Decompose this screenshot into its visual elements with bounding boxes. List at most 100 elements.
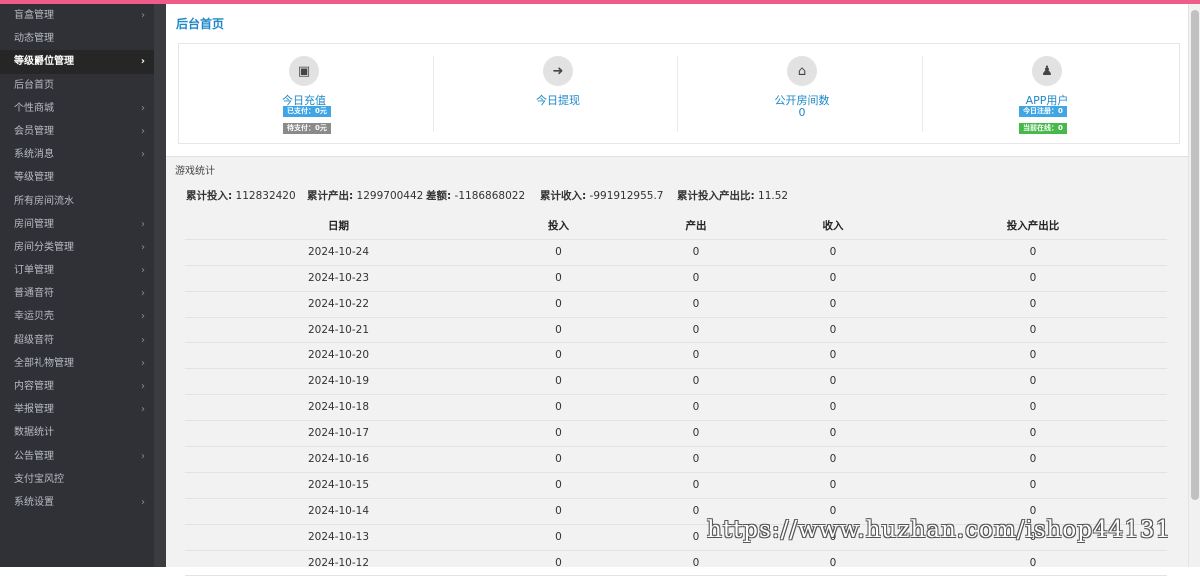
sidebar-item[interactable]: 支付宝风控 (0, 468, 154, 491)
sidebar-item-label: 房间分类管理 (14, 241, 74, 253)
sidebar-item[interactable]: 公告管理 › (0, 445, 154, 468)
paid-badge: 已支付：0元 (283, 106, 331, 117)
col-in-header: 投入 (548, 220, 569, 232)
table-row: 2024-10-12 0 0 0 0 (185, 551, 1167, 576)
table-row: 2024-10-22 0 0 0 0 (185, 292, 1167, 318)
table-cell: 0 (1029, 349, 1037, 362)
table-cell: 2024-10-16 (307, 453, 370, 466)
ratio-label: 累计投入产出比: (677, 190, 755, 202)
money-icon: ▣ (289, 56, 319, 86)
table-cell: 0 (692, 427, 700, 440)
total-in-label: 累计投入: (186, 190, 233, 202)
table-cell: 0 (692, 401, 700, 414)
sidebar-item[interactable]: 个性商城 › (0, 97, 154, 120)
col-ratio-header: 投入产出比 (1006, 220, 1060, 232)
sidebar-item[interactable]: 等级爵位管理 › (0, 50, 154, 74)
chevron-right-icon: › (141, 149, 145, 161)
sidebar-edge (154, 4, 166, 567)
chevron-right-icon: › (141, 241, 145, 253)
sidebar-item[interactable]: 订单管理 › (0, 259, 154, 282)
stat-recharge[interactable]: ▣ 今日充值 已支付：0元 待支付：0元 (179, 44, 429, 145)
sidebar-item[interactable]: 会员管理 › (0, 120, 154, 143)
table-cell: 0 (829, 349, 837, 362)
sidebar-item[interactable]: 动态管理 (0, 27, 154, 50)
sidebar-item-label: 等级管理 (14, 172, 54, 184)
sidebar-item[interactable]: 房间管理 › (0, 213, 154, 236)
sidebar-item-label: 系统消息 (14, 149, 54, 161)
table-cell: 0 (1029, 297, 1037, 310)
table-row: 2024-10-17 0 0 0 0 (185, 421, 1167, 448)
stats-panel: ▣ 今日充值 已支付：0元 待支付：0元 ➜ 今日提现 ⌂ 公开房间数 0 ♟ … (178, 43, 1180, 144)
total-out-label: 累计产出: (307, 190, 354, 202)
chevron-right-icon: › (141, 404, 145, 416)
sidebar-item[interactable]: 后台首页 (0, 74, 154, 97)
table-cell: 0 (829, 453, 837, 466)
table-header-row: 日期 投入 产出 收入 投入产出比 (185, 214, 1167, 240)
sidebar-item-label: 支付宝风控 (14, 473, 64, 485)
chevron-right-icon: › (141, 10, 145, 21)
chevron-right-icon: › (141, 381, 145, 392)
sidebar-item-label: 房间管理 (14, 218, 54, 230)
diff-value: -1186868022 (454, 190, 526, 202)
diff-label: 差额: (426, 190, 452, 202)
game-stats-section: 游戏统计 累计投入: 112832420 累计产出: 1299700442 差额… (166, 156, 1188, 576)
table-cell: 0 (692, 297, 700, 310)
chevron-right-icon: › (141, 265, 145, 277)
table-row: 2024-10-16 0 0 0 0 (185, 447, 1167, 473)
table-row: 2024-10-15 0 0 0 0 (185, 473, 1167, 499)
rooms-value: 0 (798, 106, 806, 119)
sidebar-item[interactable]: 盲盒管理 › (0, 4, 154, 27)
table-cell: 2024-10-12 (307, 556, 370, 569)
sidebar-item[interactable]: 房间分类管理 › (0, 236, 154, 259)
sidebar-item-label: 个性商城 (14, 102, 54, 114)
chevron-right-icon: › (141, 218, 145, 230)
sidebar-item[interactable]: 全部礼物管理 › (0, 352, 154, 375)
sidebar-item[interactable]: 系统设置 › (0, 491, 154, 514)
table-cell: 0 (1029, 375, 1037, 388)
online-badge: 当前在线：0 (1019, 123, 1067, 134)
table-cell: 0 (692, 478, 700, 491)
table-cell: 2024-10-18 (307, 401, 370, 414)
table-row: 2024-10-19 0 0 0 0 (185, 369, 1167, 396)
unpaid-badge: 待支付：0元 (283, 123, 331, 134)
sidebar-item[interactable]: 等级管理 (0, 166, 154, 189)
table-cell: 0 (1029, 401, 1037, 414)
col-out-header: 产出 (685, 220, 707, 232)
stat-users[interactable]: ♟ APP用户 今日注册：0 当前在线：0 (922, 44, 1172, 145)
table-row: 2024-10-20 0 0 0 0 (185, 343, 1167, 370)
chevron-right-icon: › (141, 334, 145, 346)
stat-rooms[interactable]: ⌂ 公开房间数 0 (677, 44, 927, 145)
table-cell: 0 (829, 478, 837, 491)
chevron-right-icon: › (141, 102, 145, 114)
sidebar-item[interactable]: 幸运贝壳 › (0, 305, 154, 328)
total-income-label: 累计收入: (540, 190, 587, 202)
sidebar-item-label: 盲盒管理 (14, 10, 54, 21)
sidebar-item[interactable]: 超级音符 › (0, 329, 154, 352)
stat-withdraw[interactable]: ➜ 今日提现 (433, 44, 683, 145)
table-cell: 2024-10-15 (307, 478, 370, 491)
sidebar-item-label: 会员管理 (14, 125, 54, 137)
sidebar-item-label: 全部礼物管理 (14, 357, 74, 369)
page-scrollbar[interactable] (1188, 4, 1200, 567)
sidebar-item-label: 超级音符 (14, 334, 54, 346)
section-title: 游戏统计 (175, 166, 215, 177)
table-cell: 0 (829, 427, 837, 440)
chevron-right-icon: › (141, 125, 145, 137)
table-cell: 0 (1029, 453, 1037, 466)
scrollbar-thumb[interactable] (1191, 10, 1199, 500)
sidebar-item[interactable]: 内容管理 › (0, 375, 154, 398)
registered-badge: 今日注册：0 (1019, 106, 1067, 117)
chevron-right-icon: › (141, 311, 145, 323)
table-cell: 0 (555, 271, 562, 284)
table-cell: 0 (555, 478, 562, 491)
table-cell: 0 (1029, 245, 1037, 258)
chevron-right-icon: › (141, 450, 145, 462)
chevron-right-icon: › (141, 357, 145, 369)
sidebar-item[interactable]: 普通音符 › (0, 282, 154, 305)
sidebar-item[interactable]: 系统消息 › (0, 143, 154, 166)
sidebar-item[interactable]: 所有房间流水 (0, 190, 154, 213)
table-cell: 0 (692, 323, 700, 336)
sidebar-item[interactable]: 举报管理 › (0, 398, 154, 421)
sidebar-item[interactable]: 数据统计 (0, 421, 154, 444)
table-row: 2024-10-23 0 0 0 0 (185, 266, 1167, 292)
